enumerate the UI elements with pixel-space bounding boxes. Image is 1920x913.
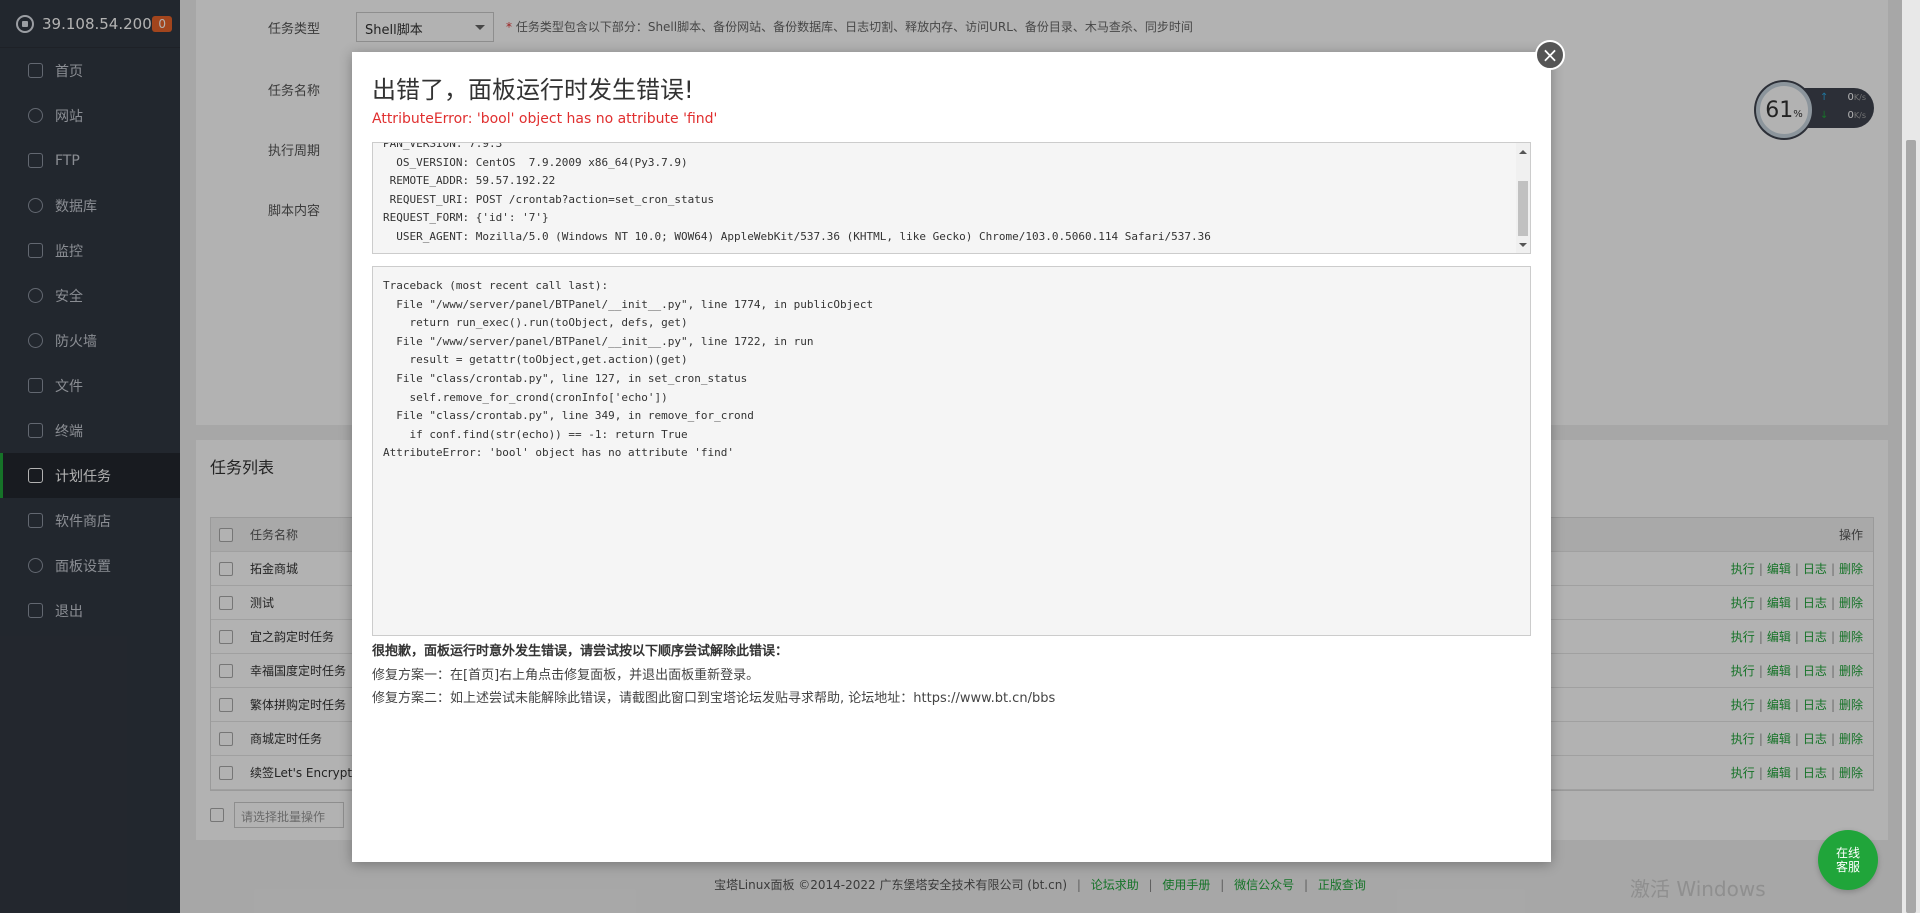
support-label: 在线 客服: [1835, 846, 1860, 874]
online-support-button[interactable]: 在线 客服: [1818, 830, 1878, 890]
env-scrollbar-thumb[interactable]: [1518, 181, 1528, 236]
scroll-down-icon[interactable]: [1519, 243, 1527, 251]
error-message: AttributeError: 'bool' object has no att…: [372, 111, 718, 127]
page-scrollbar-thumb[interactable]: [1906, 140, 1916, 913]
apology-text: 很抱歉，面板运行时意外发生错误，请尝试按以下顺序尝试解除此错误：: [372, 644, 789, 659]
fix-option-two: 修复方案二：如上述尝试未能解除此错误，请截图此窗口到宝塔论坛发贴寻求帮助, 论坛…: [372, 691, 1056, 706]
scroll-up-icon[interactable]: [1519, 146, 1527, 154]
traceback-box[interactable]: Traceback (most recent call last): File …: [372, 266, 1531, 636]
environment-info[interactable]: PAN_VERSION: 7.9.3 OS_VERSION: CentOS 7.…: [372, 142, 1531, 254]
page-scrollbar[interactable]: [1902, 0, 1920, 913]
traceback-text: Traceback (most recent call last): File …: [383, 279, 874, 460]
environment-text: PAN_VERSION: 7.9.3 OS_VERSION: CentOS 7.…: [383, 142, 1211, 243]
error-dialog: 出错了，面板运行时发生错误! AttributeError: 'bool' ob…: [352, 52, 1551, 862]
close-dialog-button[interactable]: ×: [1535, 40, 1565, 70]
env-scrollbar[interactable]: [1516, 143, 1530, 253]
fix-option-one: 修复方案一：在[首页]右上角点击修复面板，并退出面板重新登录。: [372, 668, 760, 683]
windows-watermark: 激活 Windows: [1630, 877, 1766, 901]
dialog-title: 出错了，面板运行时发生错误!: [372, 76, 694, 104]
